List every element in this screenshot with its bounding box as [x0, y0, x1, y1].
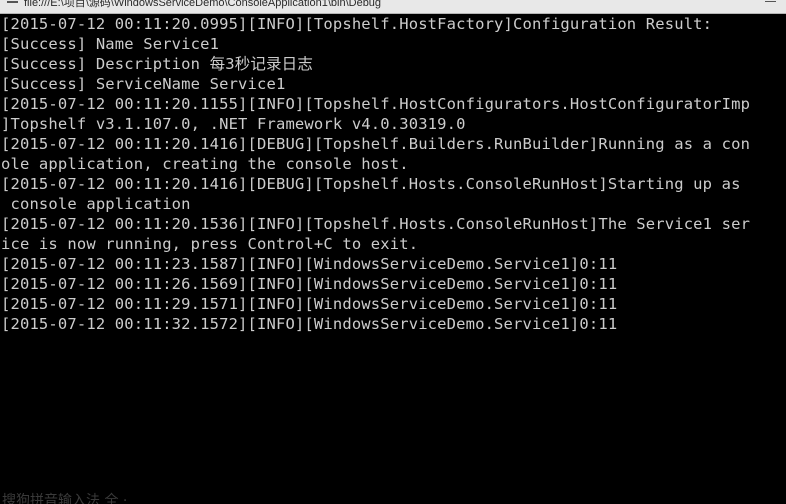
- console-line: [2015-07-12 00:11:32.1572][INFO][Windows…: [1, 315, 618, 333]
- console-line: console application: [1, 195, 191, 213]
- console-line: [2015-07-12 00:11:20.1536][INFO][Topshel…: [1, 215, 751, 233]
- console-output[interactable]: [2015-07-12 00:11:20.0995][INFO][Topshel…: [0, 14, 786, 480]
- console-line: [Success] ServiceName Service1: [1, 75, 286, 93]
- minimize-button[interactable]: [760, 0, 782, 10]
- window-title-bar[interactable]: file:///E:\项目\源码\WindowsServiceDemo\Cons…: [0, 0, 786, 14]
- console-line: [2015-07-12 00:11:20.1155][INFO][Topshel…: [1, 95, 751, 113]
- console-line: [2015-07-12 00:11:29.1571][INFO][Windows…: [1, 295, 618, 313]
- console-line: ice is now running, press Control+C to e…: [1, 235, 419, 253]
- window-title: file:///E:\项目\源码\WindowsServiceDemo\Cons…: [24, 0, 382, 9]
- console-window: file:///E:\项目\源码\WindowsServiceDemo\Cons…: [0, 0, 786, 504]
- window-controls[interactable]: [760, 0, 782, 13]
- console-line: [2015-07-12 00:11:26.1569][INFO][Windows…: [1, 275, 618, 293]
- console-line: [2015-07-12 00:11:20.1416][DEBUG][Topshe…: [1, 175, 741, 193]
- console-line: [2015-07-12 00:11:20.0995][INFO][Topshel…: [1, 15, 713, 33]
- window-menu-icon[interactable]: [6, 0, 20, 8]
- console-line: ole application, creating the console ho…: [1, 155, 409, 173]
- console-line: [2015-07-12 00:11:23.1587][INFO][Windows…: [1, 255, 618, 273]
- ime-label: 搜狗拼音输入法 全 ·: [2, 493, 128, 504]
- console-line: [Success] Name Service1: [1, 35, 220, 53]
- console-line: [Success] Description 每3秒记录日志: [1, 55, 313, 73]
- ime-status-bar[interactable]: 搜狗拼音输入法 全 ·: [0, 480, 786, 504]
- console-line: [2015-07-12 00:11:20.1416][DEBUG][Topshe…: [1, 135, 751, 153]
- console-line: ]Topshelf v3.1.107.0, .NET Framework v4.…: [1, 115, 466, 133]
